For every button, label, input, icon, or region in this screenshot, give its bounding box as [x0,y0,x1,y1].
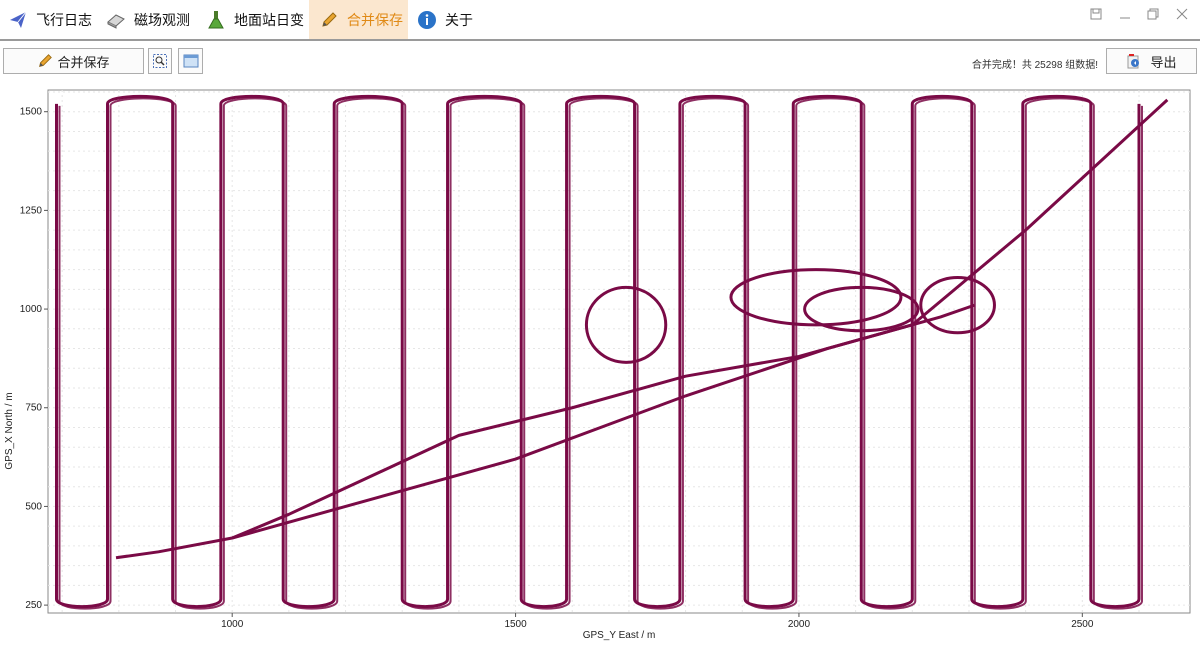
export-icon [1126,53,1142,69]
flask-icon [206,10,226,30]
tab-magnetic-observation[interactable]: 磁场观测 [106,0,200,39]
restore-icon[interactable] [1145,8,1161,23]
x-tick-label: 1500 [504,619,527,630]
eraser-icon [106,10,126,30]
window-view-button[interactable] [178,48,203,74]
save-window-icon[interactable] [1088,8,1104,23]
merge-save-label: 合并保存 [57,54,110,70]
export-button[interactable]: 导出 [1106,48,1197,74]
trajectory-chart: 1000 1500 2000 2500 250 500 750 1000 1250 1500 GP… [4,89,1191,641]
tab-label: 飞行日志 [36,11,92,28]
plot-area [47,89,1191,614]
tab-flight-log[interactable]: 飞行日志 [8,0,94,39]
export-label: 导出 [1150,54,1177,70]
y-tick-label: 1500 [20,107,43,118]
tab-about[interactable]: 关于 [417,0,477,39]
tab-label: 地面站日变 [234,11,304,28]
merge-save-button[interactable]: 合并保存 [3,48,144,74]
tab-merge-save[interactable]: 合并保存 [309,0,408,39]
y-tick-label: 250 [25,600,42,611]
pencil-icon [319,10,339,30]
y-tick-label: 1250 [20,205,43,216]
x-axis-label: GPS_Y East / m [583,630,656,641]
close-icon[interactable] [1174,8,1190,23]
x-tick-label: 1000 [221,619,244,630]
toolbar: 合并保存 合并完成！共 25298 组数据! 导出 [0,42,1200,82]
status-text: 合并完成！共 25298 组数据! [971,60,1098,71]
y-tick-label: 1000 [20,304,43,315]
zoom-select-button[interactable] [148,48,172,74]
gps-trajectory-plot[interactable]: 1000 1500 2000 2500 250 500 750 1000 1250 1500 GP… [0,84,1200,644]
y-axis-label: GPS_X North / m [4,392,15,469]
tab-label: 合并保存 [347,11,403,28]
tab-label: 磁场观测 [134,11,190,28]
zoom-select-icon [152,53,168,69]
tab-ground-station[interactable]: 地面站日变 [206,0,306,39]
window-icon [183,53,199,69]
pencil-icon [37,53,53,69]
info-icon [417,10,437,30]
minimize-icon[interactable] [1117,8,1133,23]
x-tick-label: 2500 [1071,619,1094,630]
x-tick-label: 2000 [788,619,811,630]
menu-bar: 飞行日志 磁场观测 地面站日变 合并保存 关于 [0,0,1200,41]
tab-label: 关于 [445,11,473,28]
y-tick-label: 750 [25,403,42,414]
y-tick-label: 500 [25,501,42,512]
paper-plane-icon [8,10,28,30]
